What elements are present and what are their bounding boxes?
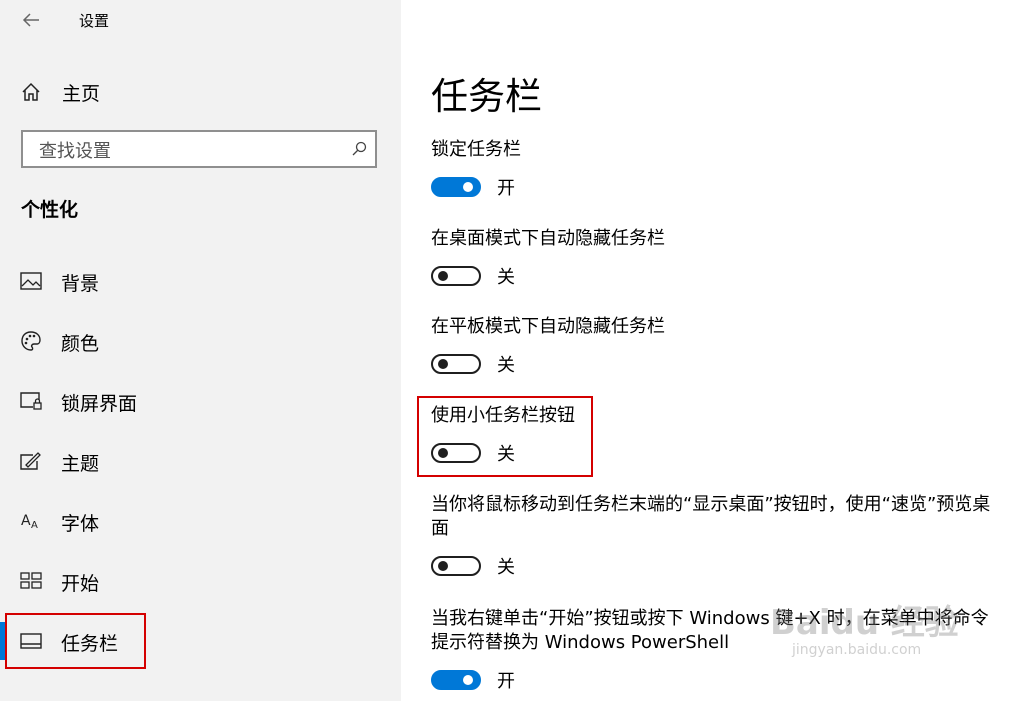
toggle-switch[interactable]	[431, 266, 481, 286]
toggle-switch[interactable]	[431, 177, 481, 197]
sidebar-item-theme[interactable]: 主题	[0, 436, 401, 486]
start-icon	[20, 570, 42, 592]
toggle-state: 关	[497, 355, 515, 376]
watermark-brand: Baidu 经验	[770, 603, 959, 643]
setting-label: 在平板模式下自动隐藏任务栏	[431, 316, 665, 337]
toggle-switch[interactable]	[431, 670, 481, 690]
watermark: Baidu 经验 jingyan.baidu.com	[770, 595, 1000, 685]
palette-icon	[20, 330, 42, 352]
sidebar-item-fonts[interactable]: AA 字体	[0, 496, 401, 546]
svg-text:A: A	[31, 520, 38, 531]
back-arrow-icon	[22, 13, 39, 27]
section-heading: 个性化	[21, 199, 79, 221]
sidebar-item-label: 颜色	[61, 333, 100, 355]
page-title: 任务栏	[431, 75, 542, 118]
watermark-url: jingyan.baidu.com	[792, 642, 922, 658]
sidebar-item-label: 主题	[61, 453, 100, 475]
toggle-knob	[463, 182, 473, 192]
svg-text:A: A	[21, 513, 31, 529]
back-button[interactable]	[18, 8, 44, 32]
toggle-knob	[438, 271, 448, 281]
setting-autohide-tablet: 在平板模式下自动隐藏任务栏 关	[431, 315, 991, 377]
setting-label: 当你将鼠标移动到任务栏末端的“显示桌面”按钮时，使用“速览”预览桌面	[431, 494, 991, 539]
toggle-state: 关	[497, 267, 515, 288]
toggle-switch[interactable]	[431, 556, 481, 576]
highlight-box-taskbar	[5, 613, 146, 669]
sidebar-item-label: 主页	[62, 82, 101, 105]
sidebar: 设置 主页 个性化 背景 颜色 锁屏界面	[0, 0, 401, 701]
toggle-state: 开	[497, 178, 515, 199]
setting-lock-taskbar: 锁定任务栏 开	[431, 138, 991, 200]
search-input[interactable]	[37, 138, 341, 164]
toggle-knob	[463, 675, 473, 685]
picture-icon	[20, 270, 42, 292]
toggle-switch[interactable]	[431, 354, 481, 374]
sidebar-item-home[interactable]: 主页	[20, 78, 100, 106]
highlight-box-small-buttons	[417, 396, 593, 477]
sidebar-item-lockscreen[interactable]: 锁屏界面	[0, 376, 401, 426]
search-icon[interactable]	[351, 141, 367, 157]
sidebar-item-color[interactable]: 颜色	[0, 316, 401, 366]
toggle-state: 关	[497, 557, 515, 578]
sidebar-item-background[interactable]: 背景	[0, 256, 401, 306]
home-icon	[22, 82, 40, 101]
search-box[interactable]	[21, 130, 377, 168]
sidebar-item-label: 锁屏界面	[61, 393, 138, 415]
font-icon: AA	[20, 510, 42, 532]
setting-peek: 当你将鼠标移动到任务栏末端的“显示桌面”按钮时，使用“速览”预览桌面 关	[431, 493, 991, 579]
app-title: 设置	[79, 12, 110, 30]
setting-label: 在桌面模式下自动隐藏任务栏	[431, 228, 665, 249]
setting-autohide-desktop: 在桌面模式下自动隐藏任务栏 关	[431, 227, 991, 289]
toggle-knob	[438, 561, 448, 571]
toggle-state: 开	[497, 671, 515, 692]
toggle-knob	[438, 359, 448, 369]
setting-label: 锁定任务栏	[431, 139, 521, 160]
sidebar-item-label: 字体	[61, 513, 100, 535]
sidebar-item-start[interactable]: 开始	[0, 556, 401, 606]
theme-icon	[20, 450, 42, 472]
sidebar-item-label: 开始	[61, 573, 100, 595]
sidebar-item-label: 背景	[61, 273, 100, 295]
lock-screen-icon	[20, 390, 42, 412]
